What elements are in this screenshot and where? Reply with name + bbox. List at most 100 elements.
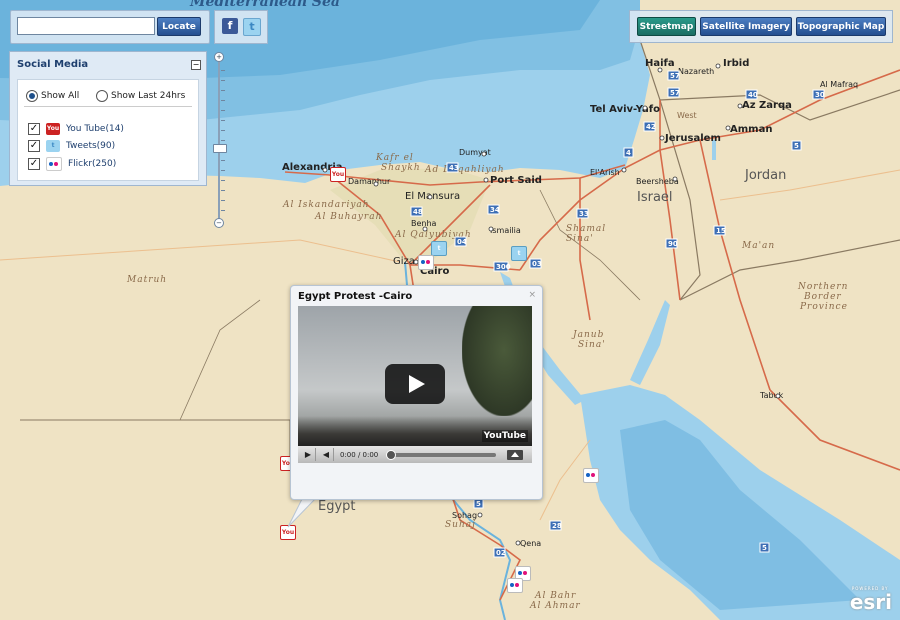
region-province: Province [799, 302, 848, 312]
search-panel: Locate [10, 10, 210, 44]
place-dumyat: Dumyat [459, 148, 491, 157]
play-icon[interactable]: ▶ [301, 448, 316, 461]
twitter-marker[interactable]: t [511, 246, 527, 261]
fullscreen-icon[interactable] [507, 449, 524, 460]
zoom-track[interactable] [218, 58, 220, 222]
twitter-marker[interactable]: t [431, 241, 447, 256]
region-matruh: Matruh [126, 275, 167, 285]
svg-text:04: 04 [457, 238, 467, 246]
sea-label: Mediterranean Sea [189, 0, 340, 10]
place-damanhur: Damanhur [348, 177, 391, 186]
place-haifa: Haifa [645, 58, 675, 69]
place-alarish: El'Arish [590, 168, 620, 177]
svg-text:48: 48 [413, 208, 423, 216]
svg-text:42: 42 [646, 123, 656, 131]
svg-text:15: 15 [716, 227, 726, 235]
place-west: West [677, 111, 697, 120]
place-jerusalem: Jerusalem [664, 133, 721, 144]
place-ismailia: Ismailia [490, 226, 521, 235]
place-qena: Qena [520, 539, 541, 548]
layer-label: Tweets(90) [66, 141, 116, 151]
filter-last-24hrs[interactable]: Show Last 24hrs [96, 90, 185, 102]
country-label-egypt: Egypt [318, 499, 356, 514]
topographic-map-button[interactable]: Topographic Map [796, 17, 886, 36]
region-border: Border [803, 292, 842, 302]
video-time: 0:00 / 0:00 [340, 450, 379, 459]
road-shield: 02 [493, 547, 506, 558]
road-shield: 43 [446, 162, 459, 173]
zoom-out-button[interactable]: − [214, 218, 224, 228]
social-media-panel: Social Media − Show All Show Last 24hrs … [9, 51, 207, 186]
place-giza: Giza [393, 256, 415, 267]
video-player[interactable]: YouTube ▶ ◀ 0:00 / 0:00 [298, 306, 532, 463]
svg-text:57: 57 [670, 89, 680, 97]
flickr-marker[interactable] [583, 468, 599, 483]
svg-text:30: 30 [815, 91, 825, 99]
svg-text:5: 5 [476, 500, 481, 508]
youtube-marker[interactable]: You [330, 167, 346, 182]
popup-pointer [287, 497, 318, 528]
twitter-icon: t [46, 140, 60, 152]
region-sina: Sina' [566, 234, 594, 244]
satellite-imagery-button[interactable]: Satellite Imagery [700, 17, 792, 36]
road-shield: 42 [643, 121, 656, 132]
road-shield: 33 [576, 208, 589, 219]
region-shaykh: Shaykh [381, 163, 421, 173]
place-elmansura: El Mansura [405, 191, 460, 202]
share-panel: f t [214, 10, 268, 44]
flickr-marker[interactable] [507, 578, 523, 593]
road-shield: 28 [549, 520, 562, 531]
flickr-marker[interactable] [418, 255, 434, 270]
layer-youtube[interactable]: ✓ You You Tube(14) [28, 123, 124, 135]
play-overlay-icon[interactable] [385, 364, 445, 404]
road-shield: 03 [529, 258, 542, 269]
streetmap-button[interactable]: Streetmap [637, 17, 696, 36]
road-shield: 48 [410, 206, 423, 217]
search-input[interactable] [17, 17, 155, 35]
checkbox-checked[interactable]: ✓ [28, 123, 40, 135]
place-sohag: Sohag [452, 511, 477, 520]
zoom-in-button[interactable]: + [214, 52, 224, 62]
road-shield: 30 [812, 89, 825, 100]
radio-icon[interactable] [96, 90, 108, 102]
locate-button[interactable]: Locate [157, 17, 201, 36]
close-icon[interactable]: × [528, 290, 536, 300]
layer-label: Flickr(250) [68, 159, 117, 169]
seek-bar[interactable] [386, 449, 497, 460]
svg-text:5: 5 [794, 142, 799, 150]
video-controls: ▶ ◀ 0:00 / 0:00 [298, 446, 532, 463]
svg-text:28: 28 [552, 522, 562, 530]
road-shield: 4 [623, 147, 634, 158]
region-maan: Ma'an [741, 241, 775, 251]
zoom-thumb[interactable] [213, 144, 227, 153]
layer-tweets[interactable]: ✓ t Tweets(90) [28, 140, 115, 152]
road-shield: 90 [665, 238, 678, 249]
place-beersheba: Beersheba [636, 177, 679, 186]
road-shield: 15 [713, 225, 726, 236]
country-label-israel: Israel [637, 190, 673, 205]
powered-by-label: POWERED BY [851, 586, 889, 591]
zoom-slider[interactable]: + − [213, 52, 227, 228]
filter-label: Show Last 24hrs [111, 91, 186, 101]
volume-icon[interactable]: ◀ [319, 448, 334, 461]
filter-show-all[interactable]: Show All [26, 90, 79, 102]
radio-selected-icon[interactable] [26, 90, 38, 102]
road-shield: 57 [667, 70, 680, 81]
layer-flickr[interactable]: ✓ Flickr(250) [28, 157, 116, 171]
collapse-icon[interactable]: − [191, 60, 201, 70]
region-shamal: Shamal [566, 224, 606, 234]
place-portsaid: Port Said [490, 175, 542, 186]
checkbox-checked[interactable]: ✓ [28, 140, 40, 152]
youtube-icon: You [46, 123, 60, 135]
layer-label: You Tube(14) [66, 124, 124, 134]
svg-text:33: 33 [579, 210, 589, 218]
region-northern: Northern [797, 282, 848, 292]
panel-title: Social Media [17, 59, 89, 70]
popup-title: Egypt Protest -Cairo [298, 291, 413, 302]
twitter-icon[interactable]: t [243, 18, 261, 36]
checkbox-checked[interactable]: ✓ [28, 158, 40, 170]
facebook-icon[interactable]: f [222, 18, 238, 34]
esri-brand: esri [849, 590, 892, 614]
svg-text:02: 02 [496, 549, 506, 557]
region-alexandriya: Al Iskandariyah [282, 200, 370, 210]
